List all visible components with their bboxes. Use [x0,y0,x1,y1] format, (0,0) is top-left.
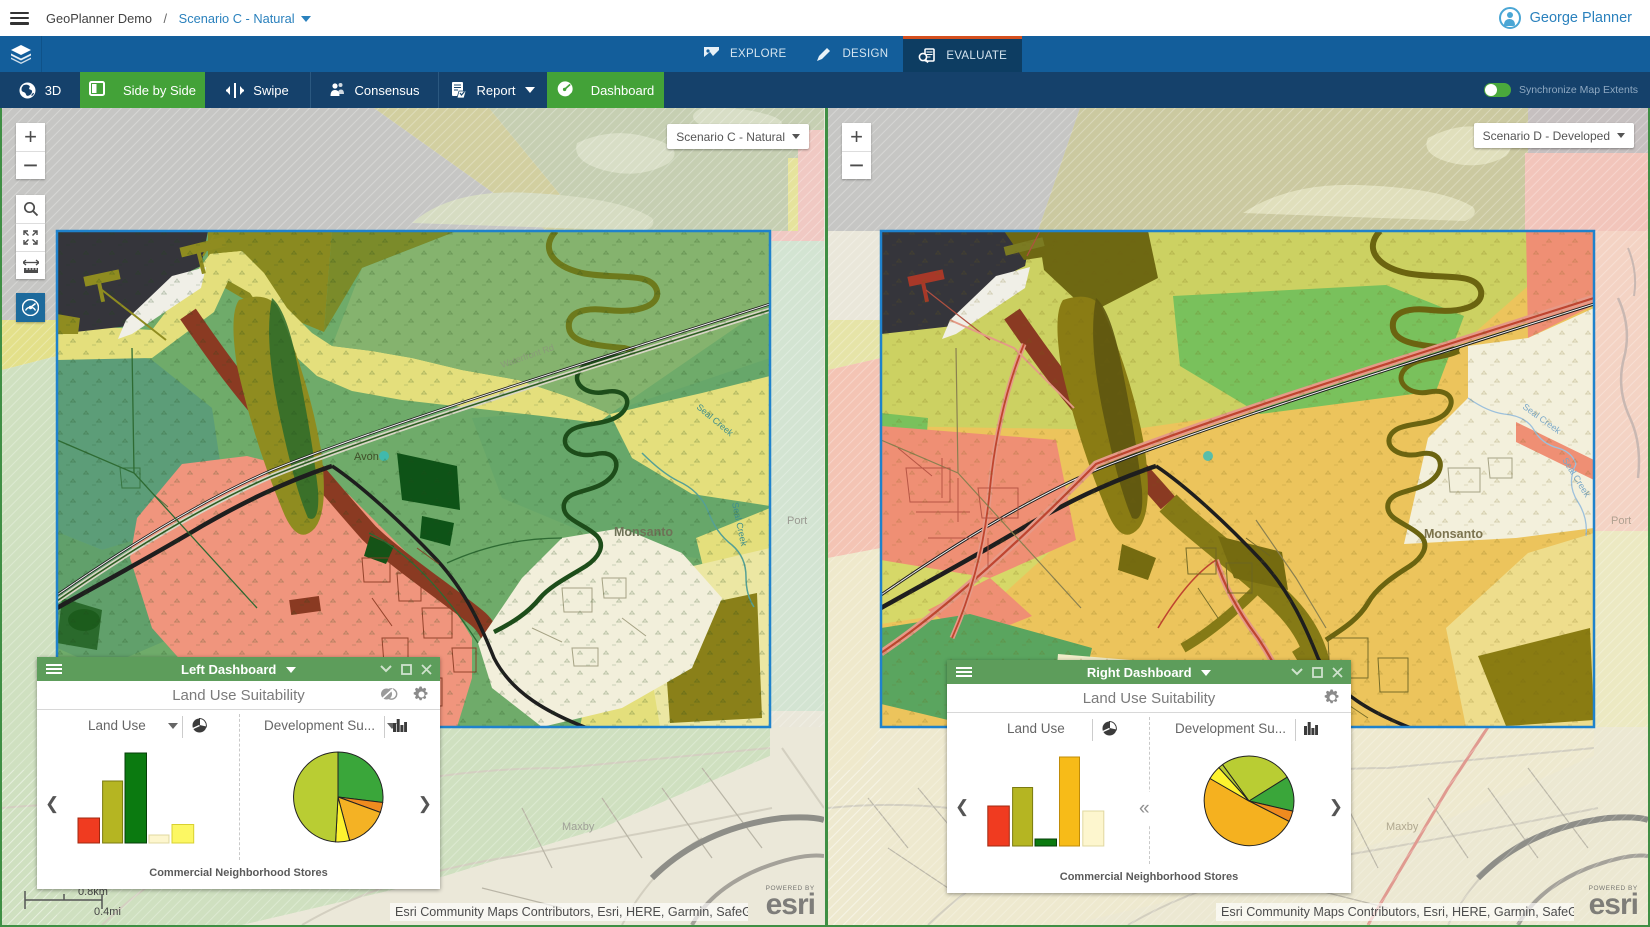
svg-text:Maxby: Maxby [1386,821,1419,833]
svg-text:0.4mi: 0.4mi [94,906,121,917]
svg-text:Maxby: Maxby [562,821,595,833]
svg-text:Port: Port [787,515,807,527]
svg-text:Port: Port [1611,515,1631,527]
